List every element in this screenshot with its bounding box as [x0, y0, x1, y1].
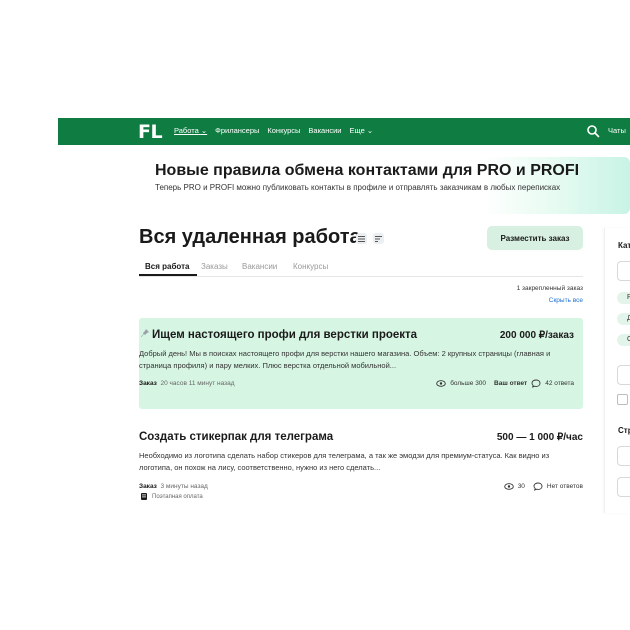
views-count: больше 300 — [450, 380, 487, 387]
sort-button[interactable] — [373, 233, 384, 244]
page-title: Вся удаленная работа — [139, 226, 361, 248]
project-type: Заказ — [139, 380, 157, 387]
nav-item-more[interactable]: Еще ⌄ — [349, 126, 373, 135]
sort-icon — [375, 235, 382, 242]
filter-city-input[interactable] — [617, 477, 630, 497]
project-stats: 30 Нет ответов — [503, 482, 583, 491]
pinned-count: 1 закрепленный заказ — [516, 285, 583, 292]
your-answer-label[interactable]: Ваш ответ — [494, 380, 527, 387]
filter-chip[interactable]: Р — [617, 292, 630, 304]
tab-vacancies[interactable]: Вакансии — [242, 262, 277, 271]
banner-text: Теперь PRO и PROFI можно публиковать кон… — [155, 183, 561, 192]
eye-icon — [436, 380, 446, 387]
nav-item-contests[interactable]: Конкурсы — [267, 126, 300, 135]
filter-country-input[interactable] — [617, 446, 630, 466]
views-count: 30 — [517, 483, 525, 490]
tab-all-work[interactable]: Вся работа — [145, 262, 189, 271]
project-card[interactable]: Создать стикерпак для телеграма 500 — 1 … — [139, 420, 583, 510]
project-description: Добрый день! Мы в поисках настоящего про… — [139, 349, 551, 370]
menu-icon — [358, 235, 365, 242]
tab-orders[interactable]: Заказы — [201, 262, 228, 271]
filter-input[interactable] — [617, 365, 630, 385]
top-nav-bar: FL Работа ⌄ Фрилансеры Конкурсы Вакансии… — [58, 118, 630, 145]
chevron-down-icon: ⌄ — [200, 126, 208, 135]
project-stats: больше 300 Ваш ответ 42 ответа — [436, 379, 574, 388]
filter-sidebar: Кат Р Д С Стр — [604, 228, 630, 513]
nav-item-vacancies[interactable]: Вакансии — [308, 126, 341, 135]
project-time: 3 минуты назад — [160, 483, 208, 490]
wallet-icon — [141, 493, 147, 500]
project-meta: Заказ 3 минуты назад — [139, 483, 208, 490]
eye-icon — [503, 483, 514, 490]
project-title[interactable]: Создать стикерпак для телеграма — [139, 431, 333, 443]
project-card-pinned[interactable]: Ищем настоящего профи для верстки проект… — [139, 318, 583, 409]
payment-type: Поэтапная оплата — [141, 493, 203, 500]
project-price: 500 — 1 000 ₽/час — [496, 432, 583, 443]
answers-count: Нет ответов — [546, 483, 583, 490]
nav-item-work[interactable]: Работа ⌄ — [174, 126, 207, 135]
fl-logo[interactable]: FL — [138, 121, 163, 143]
tab-contests[interactable]: Конкурсы — [293, 262, 328, 271]
active-tab-indicator — [139, 274, 197, 276]
hide-all-link[interactable]: Скрыть все — [549, 297, 583, 304]
filter-chip[interactable]: С — [617, 334, 630, 346]
project-description: Необходимо из логотипа сделать набор сти… — [139, 451, 550, 472]
filter-heading-countries: Стр — [618, 426, 630, 435]
project-type: Заказ — [139, 483, 157, 490]
banner-title: Новые правила обмена контактами для PRO … — [155, 162, 580, 179]
comment-icon — [531, 379, 541, 388]
filter-category-input[interactable] — [617, 261, 630, 281]
promo-banner[interactable]: Новые правила обмена контактами для PRO … — [139, 157, 630, 214]
answers-count: 42 ответа — [545, 380, 574, 387]
project-time: 20 часов 11 минут назад — [160, 380, 235, 387]
comment-icon — [533, 482, 543, 491]
chevron-down-icon: ⌄ — [366, 126, 374, 135]
project-price: 200 000 ₽/заказ — [499, 330, 574, 341]
project-title[interactable]: Ищем настоящего профи для верстки проект… — [152, 329, 417, 341]
main-nav: Работа ⌄ Фрилансеры Конкурсы Вакансии Ещ… — [174, 126, 373, 135]
filter-checkbox[interactable] — [617, 394, 628, 405]
list-view-button[interactable] — [356, 233, 367, 244]
category-tabs: Вся работа Заказы Вакансии Конкурсы — [139, 262, 583, 277]
filter-chip[interactable]: Д — [617, 313, 630, 325]
search-icon[interactable] — [586, 124, 600, 138]
pin-icon — [141, 329, 149, 337]
post-order-button[interactable]: Разместить заказ — [487, 226, 583, 250]
project-meta: Заказ 20 часов 11 минут назад — [139, 380, 235, 387]
nav-item-freelancers[interactable]: Фрилансеры — [215, 126, 259, 135]
filter-heading-categories: Кат — [618, 241, 630, 250]
nav-item-chats[interactable]: Чаты — [608, 126, 626, 135]
